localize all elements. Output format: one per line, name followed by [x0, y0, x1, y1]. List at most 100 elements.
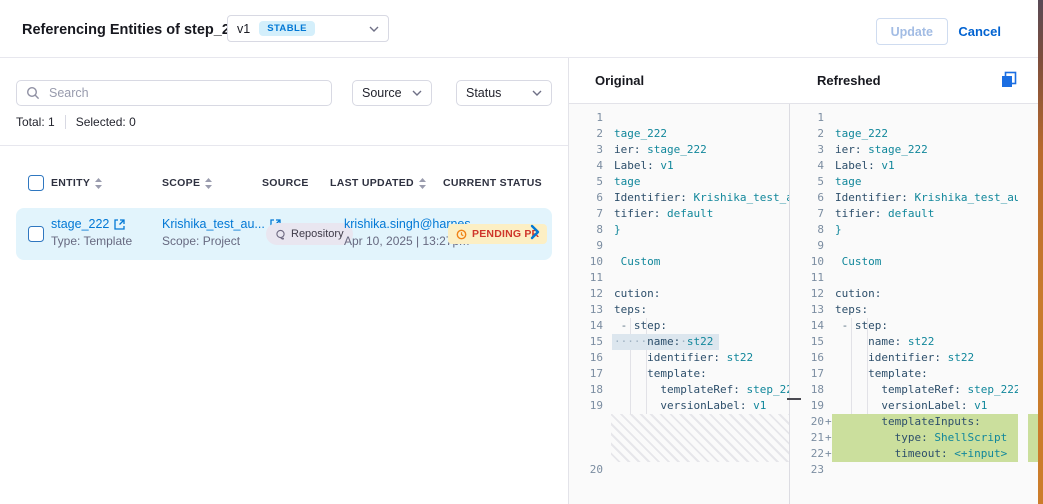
column-header-last-updated[interactable]: LAST UPDATED: [330, 177, 426, 189]
code-line: 21+ type: ShellScript: [790, 430, 1043, 446]
code-line: 14 - step:: [569, 318, 789, 334]
entity-type: Type: Template: [51, 234, 132, 248]
search-input[interactable]: [47, 85, 322, 101]
code-line: 2tage_222: [790, 126, 1043, 142]
code-line: 16 identifier: st22: [569, 350, 789, 366]
code-line: 7tifier: default: [569, 206, 789, 222]
clock-icon: [456, 229, 467, 240]
entity-cell: stage_222 Type: Template: [51, 217, 132, 248]
original-code-lines: 12tage_2223ier: stage_2224Label: v15tage…: [569, 110, 789, 478]
external-link-icon[interactable]: [114, 219, 125, 230]
repository-icon: [275, 229, 286, 240]
column-header-current-status: CURRENT STATUS: [443, 177, 542, 189]
code-line: 17 template:: [569, 366, 789, 382]
code-line: 6Identifier: Krishika_test_aut: [569, 190, 789, 206]
code-line: 18 templateRef: step_222: [790, 382, 1043, 398]
row-checkbox[interactable]: [28, 226, 44, 242]
code-line: 1: [790, 110, 1043, 126]
scope-cell: Krishika_test_au... Scope: Project: [162, 217, 281, 248]
search-box: [16, 80, 332, 106]
code-line: 3ier: stage_222: [569, 142, 789, 158]
chevron-down-icon: [369, 26, 379, 32]
code-line: 5tage: [569, 174, 789, 190]
original-code-pane[interactable]: 12tage_2223ier: stage_2224Label: v15tage…: [569, 104, 790, 504]
code-line: 15·····name:·st22: [569, 334, 789, 350]
code-line: 23: [790, 462, 1043, 478]
sort-icon: [419, 178, 426, 189]
entity-link[interactable]: stage_222: [51, 217, 109, 231]
update-button[interactable]: Update: [876, 18, 948, 45]
total-count: Total: 1: [16, 115, 55, 129]
page-title: Referencing Entities of step_222: [22, 22, 246, 38]
code-line: 10 Custom: [790, 254, 1043, 270]
top-bar: Referencing Entities of step_222 v1 STAB…: [0, 0, 1043, 58]
code-line: 9: [790, 238, 1043, 254]
code-line: 3ier: stage_222: [790, 142, 1043, 158]
code-line: 15 name: st22: [790, 334, 1043, 350]
code-line: 19 versionLabel: v1: [569, 398, 789, 414]
search-icon: [26, 86, 40, 100]
code-line: 20+ templateInputs:: [790, 414, 1043, 430]
code-line: 5tage: [790, 174, 1043, 190]
scope-sub: Scope: Project: [162, 234, 281, 248]
code-line: 12cution:: [790, 286, 1043, 302]
chevron-right-icon[interactable]: [530, 224, 540, 240]
divider: [65, 115, 66, 129]
code-line: 2tage_222: [569, 126, 789, 142]
code-line: 8}: [569, 222, 789, 238]
refreshed-code-pane[interactable]: 12tage_2223ier: stage_2224Label: v15tage…: [790, 104, 1043, 504]
window-edge-strip: [1038, 0, 1043, 504]
source-badge: Repository: [266, 223, 353, 245]
code-line: 6Identifier: Krishika_test_aut: [790, 190, 1043, 206]
scrollbar-thumb[interactable]: [787, 398, 801, 400]
select-all-checkbox[interactable]: [28, 175, 44, 191]
chevron-down-icon: [412, 90, 422, 96]
code-line: 19 versionLabel: v1: [790, 398, 1043, 414]
code-line: 12cution:: [569, 286, 789, 302]
code-line: 11: [790, 270, 1043, 286]
code-line: 22+ timeout: <+input>: [790, 446, 1043, 462]
status-filter-dropdown[interactable]: Status: [456, 80, 552, 106]
chevron-down-icon: [532, 90, 542, 96]
refreshed-pane-title: Refreshed: [817, 73, 881, 88]
column-header-entity[interactable]: ENTITY: [51, 177, 102, 189]
code-line: 7tifier: default: [790, 206, 1043, 222]
sort-icon: [205, 178, 212, 189]
code-line: 13teps:: [569, 302, 789, 318]
sort-icon: [95, 178, 102, 189]
code-line: 20: [569, 462, 789, 478]
copy-icon[interactable]: [1000, 71, 1018, 89]
version-select[interactable]: v1 STABLE: [227, 15, 389, 42]
source-filter-label: Source: [362, 86, 402, 100]
code-line: 17 template:: [790, 366, 1043, 382]
source-filter-dropdown[interactable]: Source: [352, 80, 432, 106]
code-line: 9: [569, 238, 789, 254]
yaml-diff-panel: Original Refreshed 12tage_2223ier: stage…: [568, 58, 1043, 504]
column-header-scope[interactable]: SCOPE: [162, 177, 212, 189]
diff-panes: 12tage_2223ier: stage_2224Label: v15tage…: [569, 104, 1043, 504]
code-line: 1: [569, 110, 789, 126]
column-header-source: SOURCE: [262, 177, 309, 189]
selected-count: Selected: 0: [76, 115, 136, 129]
code-line: 16 identifier: st22: [790, 350, 1043, 366]
code-line: 10 Custom: [569, 254, 789, 270]
status-filter-label: Status: [466, 86, 501, 100]
code-line: 18 templateRef: step_222: [569, 382, 789, 398]
stable-badge: STABLE: [259, 21, 315, 36]
original-pane-title: Original: [595, 73, 644, 88]
referencing-entities-dialog: Referencing Entities of step_222 v1 STAB…: [0, 0, 1043, 504]
scope-link[interactable]: Krishika_test_au...: [162, 217, 265, 231]
code-line: 4Label: v1: [569, 158, 789, 174]
diff-header: Original Refreshed: [569, 58, 1043, 104]
diff-gap-hatch: [611, 414, 789, 462]
scrollbar-track[interactable]: [1018, 104, 1028, 504]
version-value: v1: [237, 22, 250, 36]
totals-bar: Total: 1 Selected: 0: [16, 115, 136, 129]
code-line: 8}: [790, 222, 1043, 238]
cancel-button[interactable]: Cancel: [952, 18, 1007, 45]
divider: [0, 145, 568, 146]
table-row[interactable]: stage_222 Type: Template Krishika_test_a…: [16, 208, 552, 260]
entities-panel: Source Status Total: 1 Selected: 0 ENTIT…: [0, 58, 568, 504]
refreshed-code-lines: 12tage_2223ier: stage_2224Label: v15tage…: [790, 110, 1043, 478]
code-line: 13teps:: [790, 302, 1043, 318]
